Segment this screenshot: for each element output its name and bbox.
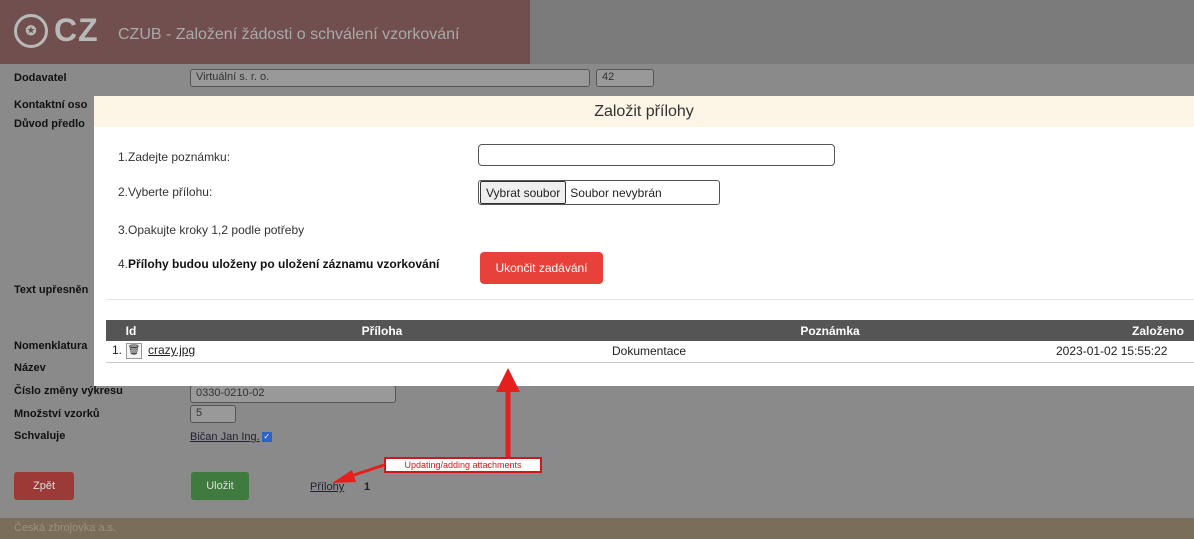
step-2-label: 2.Vyberte přílohu:	[118, 185, 213, 199]
nomenclature-label: Nomenklatura	[14, 340, 88, 352]
approver-link[interactable]: Bičan Jan Ing.	[190, 431, 260, 443]
step-3-label: 3.Opakujte kroky 1,2 podle potřeby	[118, 223, 305, 237]
approver-label: Schvaluje	[14, 430, 66, 442]
col-id-header: Id	[106, 320, 156, 341]
name-label: Název	[14, 362, 46, 374]
attachments-link[interactable]: Přílohy	[310, 481, 344, 493]
col-note-header: Poznámka	[608, 320, 1052, 341]
logo-text: CZ	[54, 12, 99, 48]
choose-file-button[interactable]: Vybrat soubor	[480, 181, 567, 204]
supplier-label: Dodavatel	[14, 72, 67, 84]
page-title: CZUB - Založení žádosti o schválení vzor…	[118, 26, 460, 43]
table-header-row: Id Příloha Poznámka Založeno	[106, 320, 1194, 341]
note-input[interactable]	[478, 144, 835, 166]
file-status: Soubor nevybrán	[570, 185, 662, 200]
col-file-header: Příloha	[156, 320, 608, 341]
file-cell: 1. 🗑 crazy.jpg	[106, 341, 608, 363]
annotation-label: Updating/adding attachments	[384, 457, 542, 473]
footer-text: Česká zbrojovka a.s.	[14, 522, 117, 534]
modal-title: Založit přílohy	[94, 96, 1194, 127]
created-cell: 2023-01-02 15:55:22	[1052, 341, 1194, 363]
attachment-link[interactable]: crazy.jpg	[148, 343, 195, 357]
save-button[interactable]: Uložit	[191, 472, 249, 500]
contact-label: Kontaktní oso	[14, 99, 88, 111]
trash-icon[interactable]: 🗑	[126, 343, 143, 360]
finish-button[interactable]: Ukončit zadávání	[480, 252, 603, 284]
step-4-text: Přílohy budou uloženy po uložení záznamu…	[128, 257, 440, 271]
drawing-change-field[interactable]: 0330-0210-02	[190, 385, 396, 403]
row-id: 1.	[112, 343, 123, 358]
footer: Česká zbrojovka a.s.	[0, 518, 1194, 539]
drawing-change-label: Číslo změny výkresu	[14, 385, 123, 397]
attachments-count: 1	[364, 481, 371, 493]
sample-qty-label: Množství vzorků	[14, 408, 100, 420]
file-picker[interactable]: Vybrat soubor Soubor nevybrán	[478, 180, 720, 205]
supplier-field[interactable]: Virtuální s. r. o.	[190, 69, 590, 87]
sample-qty-field[interactable]: 5	[190, 405, 236, 423]
app-banner: ✪ CZ CZUB - Založení žádosti o schválení…	[0, 0, 1194, 64]
supplier-code-field[interactable]: 42	[596, 69, 654, 87]
attachments-table: Id Příloha Poznámka Založeno 1. 🗑 crazy.jp…	[106, 320, 1194, 363]
approver-checkbox-icon[interactable]: ✓	[261, 431, 272, 442]
divider	[106, 299, 1194, 300]
back-button[interactable]: Zpět	[14, 472, 74, 500]
reason-label: Důvod předlo	[14, 118, 85, 130]
col-created-header: Založeno	[1052, 320, 1194, 341]
company-logo: ✪ CZ	[14, 12, 99, 49]
step-4-prefix: 4.	[118, 257, 129, 271]
logo-mark-icon: ✪	[14, 13, 48, 48]
table-row: 1. 🗑 crazy.jpg Dokumentace 2023-01-02 15:5…	[106, 341, 1194, 363]
attachments-modal: Založit přílohy 1.Zadejte poznámku: 2.Vy…	[94, 96, 1194, 386]
text-detail-label: Text upřesněn	[14, 284, 89, 296]
note-cell: Dokumentace	[608, 341, 1052, 363]
step-4-label: 4.Přílohy budou uloženy po uložení zázna…	[118, 257, 439, 271]
step-1-label: 1.Zadejte poznámku:	[118, 150, 231, 164]
approver: Bičan Jan Ing. ✓	[190, 429, 272, 443]
